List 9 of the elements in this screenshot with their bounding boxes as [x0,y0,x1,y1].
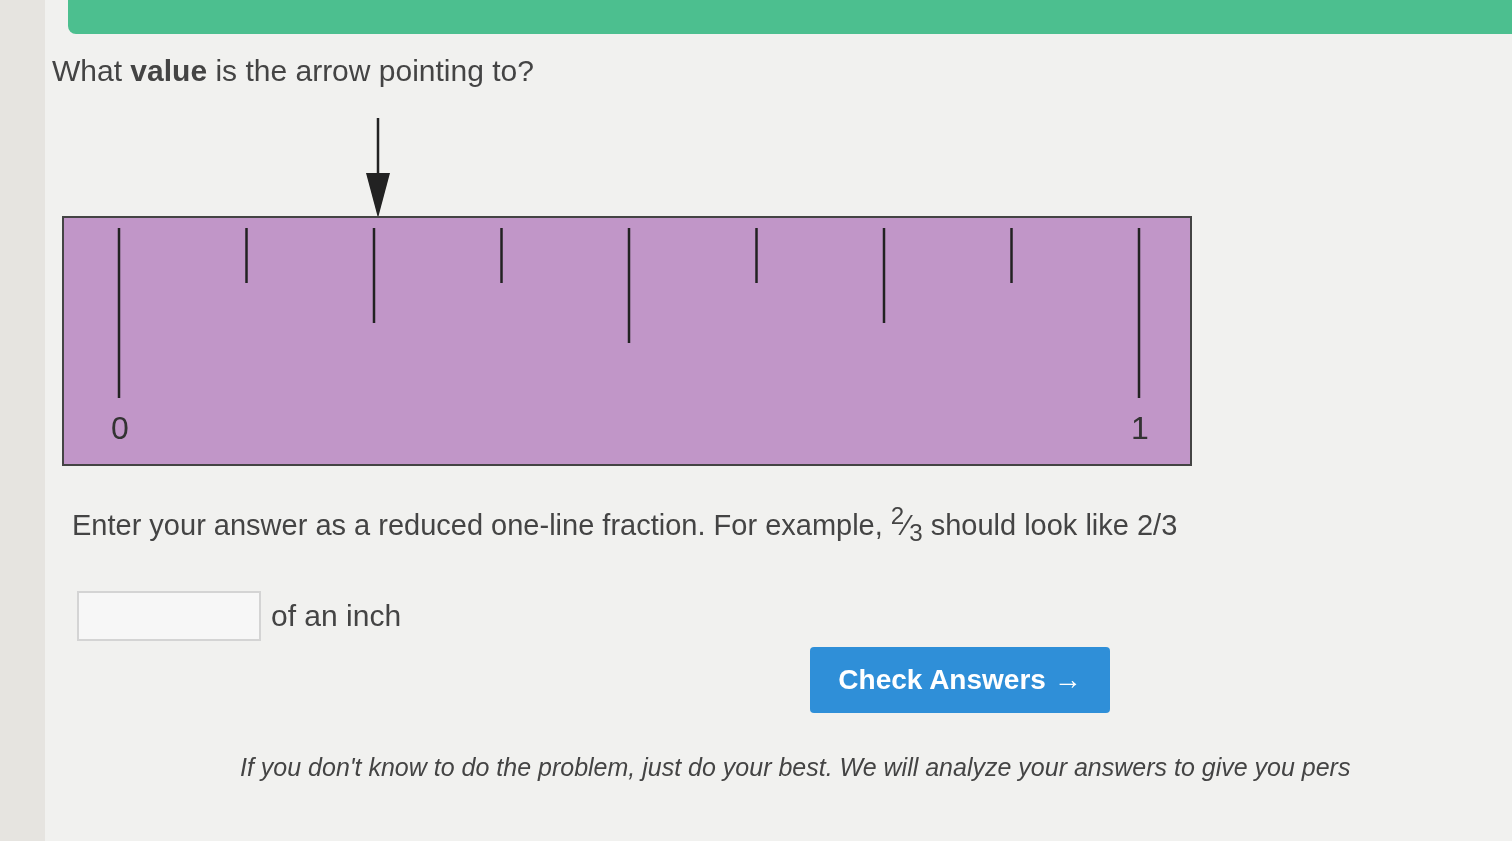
question-text: What value is the arrow pointing to? [52,54,535,88]
check-answers-button[interactable]: Check Answers → [810,647,1110,714]
answer-field[interactable] [77,591,261,642]
note-text: If you don't know to do the problem, just do your best. We will analyze your answers to give you pers [240,753,1352,783]
unit-label: of an inch [271,599,402,634]
instruction-text: Enter your answer as a reduced one-line fraction. For example, $^{2}$⁄$_{3}$ should look like 2/3 [72,502,1179,548]
down-arrow-icon [366,118,390,218]
ruler-label: 1 [1131,410,1149,447]
ruler-label: 0 [111,410,129,447]
